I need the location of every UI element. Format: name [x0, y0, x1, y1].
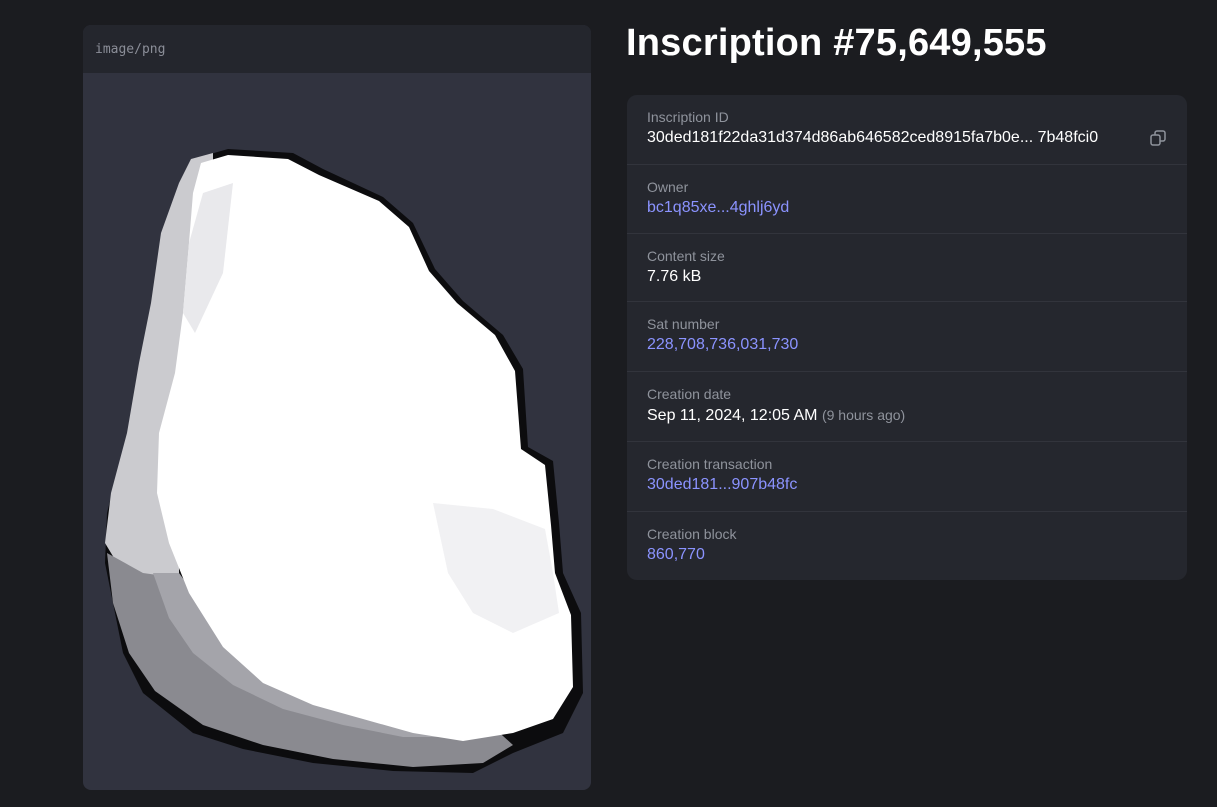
inscription-id-value: 30ded181f22da31d374d86ab646582ced8915fa7… — [647, 129, 1099, 146]
creation-date-line: Sep 11, 2024, 12:05 AM (9 hours ago) — [647, 404, 1167, 427]
inscription-id-label: Inscription ID — [647, 109, 729, 125]
inscription-details-panel: Inscription ID 30ded181f22da31d374d86ab6… — [627, 95, 1187, 580]
preview-header: image/png — [83, 25, 591, 73]
detail-row-inscription-id: Inscription ID 30ded181f22da31d374d86ab6… — [627, 95, 1187, 165]
detail-row-content-size: Content size 7.76 kB — [627, 234, 1187, 302]
detail-row-creation-transaction: Creation transaction 30ded181...907b48fc — [627, 442, 1187, 512]
owner-label: Owner — [647, 179, 689, 195]
owner-address-link[interactable]: bc1q85xe...4ghlj6yd — [647, 197, 1167, 219]
mime-type-label: image/png — [95, 41, 166, 57]
detail-row-sat-number: Sat number 228,708,736,031,730 — [627, 302, 1187, 372]
creation-block-link[interactable]: 860,770 — [647, 544, 1167, 566]
inscription-id-line: 30ded181f22da31d374d86ab646582ced8915fa7… — [647, 127, 1167, 149]
creation-date-value: Sep 11, 2024, 12:05 AM — [647, 407, 818, 424]
detail-row-creation-block: Creation block 860,770 — [627, 512, 1187, 580]
sat-number-label: Sat number — [647, 316, 720, 332]
sat-number-link[interactable]: 228,708,736,031,730 — [647, 334, 1167, 356]
creation-date-relative: (9 hours ago) — [821, 407, 906, 423]
inscription-preview-card: image/png — [83, 25, 591, 790]
inscription-image — [105, 149, 583, 773]
creation-transaction-label: Creation transaction — [647, 456, 773, 472]
creation-date-label: Creation date — [647, 386, 732, 402]
content-size-value: 7.76 kB — [647, 268, 702, 285]
creation-block-label: Creation block — [647, 526, 737, 542]
content-size-label: Content size — [647, 248, 725, 264]
page-title: Inscription #75,649,555 — [626, 22, 1047, 64]
creation-transaction-link[interactable]: 30ded181...907b48fc — [647, 474, 1167, 496]
detail-row-creation-date: Creation date Sep 11, 2024, 12:05 AM (9 … — [627, 372, 1187, 442]
detail-row-owner: Owner bc1q85xe...4ghlj6yd — [627, 165, 1187, 234]
copy-icon[interactable] — [1149, 129, 1167, 147]
